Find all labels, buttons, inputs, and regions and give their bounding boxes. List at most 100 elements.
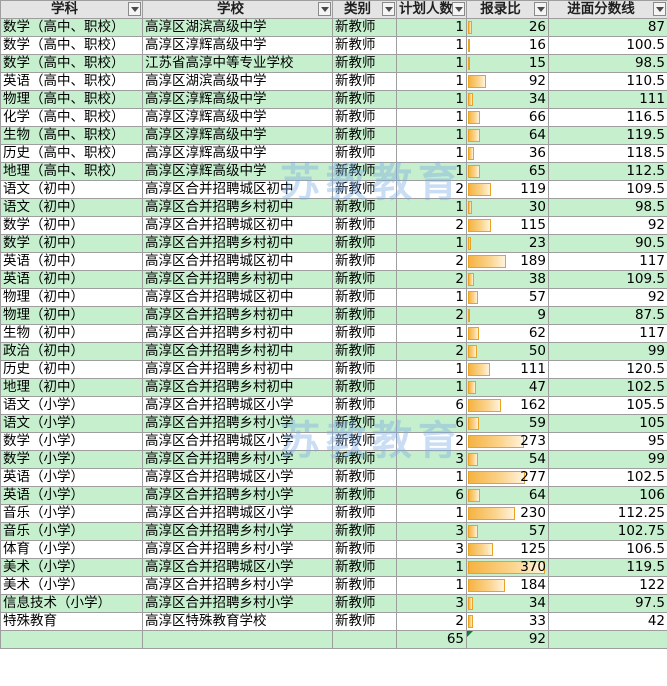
cell-school[interactable]: 高淳区合并招聘乡村小学 bbox=[142, 522, 333, 541]
cell-score[interactable]: 90.5 bbox=[548, 234, 667, 253]
cell-subject[interactable]: 数学（小学） bbox=[0, 432, 143, 451]
cell-subject[interactable]: 英语（小学） bbox=[0, 468, 143, 487]
cell-plan[interactable]: 2 bbox=[396, 432, 467, 451]
header-type[interactable]: 类别 bbox=[332, 0, 397, 19]
cell-empty[interactable] bbox=[142, 630, 333, 649]
cell-plan[interactable]: 2 bbox=[396, 342, 467, 361]
cell-ratio[interactable]: 50 bbox=[466, 342, 549, 361]
cell-score[interactable]: 87 bbox=[548, 18, 667, 37]
cell-type[interactable]: 新教师 bbox=[332, 108, 397, 127]
cell-plan[interactable]: 2 bbox=[396, 180, 467, 199]
cell-school[interactable]: 高淳区合并招聘乡村小学 bbox=[142, 450, 333, 469]
cell-plan[interactable]: 3 bbox=[396, 594, 467, 613]
cell-school[interactable]: 高淳区合并招聘城区初中 bbox=[142, 216, 333, 235]
cell-school[interactable]: 高淳区合并招聘乡村初中 bbox=[142, 198, 333, 217]
cell-ratio[interactable]: 115 bbox=[466, 216, 549, 235]
cell-school[interactable]: 高淳区合并招聘城区小学 bbox=[142, 432, 333, 451]
cell-plan[interactable]: 2 bbox=[396, 306, 467, 325]
cell-type[interactable]: 新教师 bbox=[332, 18, 397, 37]
cell-ratio[interactable]: 57 bbox=[466, 288, 549, 307]
cell-score[interactable]: 105.5 bbox=[548, 396, 667, 415]
filter-dropdown-icon[interactable] bbox=[128, 2, 141, 16]
cell-type[interactable]: 新教师 bbox=[332, 270, 397, 289]
filter-dropdown-icon[interactable] bbox=[452, 2, 465, 16]
cell-type[interactable]: 新教师 bbox=[332, 306, 397, 325]
cell-plan[interactable]: 1 bbox=[396, 72, 467, 91]
cell-plan[interactable]: 1 bbox=[396, 324, 467, 343]
cell-plan[interactable]: 2 bbox=[396, 252, 467, 271]
cell-empty[interactable] bbox=[548, 630, 667, 649]
cell-ratio[interactable]: 33 bbox=[466, 612, 549, 631]
cell-type[interactable]: 新教师 bbox=[332, 486, 397, 505]
cell-plan[interactable]: 6 bbox=[396, 396, 467, 415]
cell-subject[interactable]: 英语（初中） bbox=[0, 270, 143, 289]
cell-plan[interactable]: 1 bbox=[396, 126, 467, 145]
cell-ratio[interactable]: 273 bbox=[466, 432, 549, 451]
cell-type[interactable]: 新教师 bbox=[332, 216, 397, 235]
cell-school[interactable]: 高淳区淳辉高级中学 bbox=[142, 162, 333, 181]
cell-school[interactable]: 高淳区合并招聘城区小学 bbox=[142, 558, 333, 577]
cell-plan[interactable]: 2 bbox=[396, 216, 467, 235]
cell-score[interactable]: 106 bbox=[548, 486, 667, 505]
cell-school[interactable]: 高淳区合并招聘城区初中 bbox=[142, 288, 333, 307]
cell-school[interactable]: 高淳区合并招聘乡村小学 bbox=[142, 414, 333, 433]
cell-type[interactable]: 新教师 bbox=[332, 198, 397, 217]
cell-score[interactable]: 87.5 bbox=[548, 306, 667, 325]
filter-dropdown-icon[interactable] bbox=[534, 2, 547, 16]
cell-plan[interactable]: 3 bbox=[396, 450, 467, 469]
cell-plan[interactable]: 1 bbox=[396, 162, 467, 181]
cell-ratio[interactable]: 34 bbox=[466, 90, 549, 109]
cell-ratio[interactable]: 26 bbox=[466, 18, 549, 37]
header-plan[interactable]: 计划人数 bbox=[396, 0, 467, 19]
cell-subject[interactable]: 数学（初中） bbox=[0, 234, 143, 253]
cell-score[interactable]: 112.5 bbox=[548, 162, 667, 181]
cell-school[interactable]: 高淳区合并招聘城区初中 bbox=[142, 180, 333, 199]
cell-type[interactable]: 新教师 bbox=[332, 558, 397, 577]
cell-plan[interactable]: 6 bbox=[396, 486, 467, 505]
cell-plan[interactable]: 1 bbox=[396, 288, 467, 307]
cell-plan[interactable]: 1 bbox=[396, 18, 467, 37]
cell-type[interactable]: 新教师 bbox=[332, 396, 397, 415]
cell-ratio[interactable]: 54 bbox=[466, 450, 549, 469]
cell-score[interactable]: 122 bbox=[548, 576, 667, 595]
cell-subject[interactable]: 物理（初中） bbox=[0, 288, 143, 307]
cell-school[interactable]: 高淳区合并招聘城区小学 bbox=[142, 468, 333, 487]
cell-type[interactable]: 新教师 bbox=[332, 612, 397, 631]
cell-ratio[interactable]: 16 bbox=[466, 36, 549, 55]
filter-dropdown-icon[interactable] bbox=[318, 2, 331, 16]
cell-school[interactable]: 高淳区淳辉高级中学 bbox=[142, 90, 333, 109]
cell-school[interactable]: 高淳区合并招聘乡村初中 bbox=[142, 270, 333, 289]
cell-subject[interactable]: 物理（初中） bbox=[0, 306, 143, 325]
cell-score[interactable]: 99 bbox=[548, 450, 667, 469]
cell-type[interactable]: 新教师 bbox=[332, 576, 397, 595]
cell-score[interactable]: 100.5 bbox=[548, 36, 667, 55]
filter-dropdown-icon[interactable] bbox=[382, 2, 395, 16]
cell-plan[interactable]: 1 bbox=[396, 468, 467, 487]
cell-subject[interactable]: 体育（小学） bbox=[0, 540, 143, 559]
cell-type[interactable]: 新教师 bbox=[332, 504, 397, 523]
cell-score[interactable]: 117 bbox=[548, 324, 667, 343]
cell-plan[interactable]: 3 bbox=[396, 540, 467, 559]
cell-subject[interactable]: 地理（初中） bbox=[0, 378, 143, 397]
cell-type[interactable]: 新教师 bbox=[332, 162, 397, 181]
cell-ratio[interactable]: 34 bbox=[466, 594, 549, 613]
cell-ratio[interactable]: 64 bbox=[466, 486, 549, 505]
filter-dropdown-icon[interactable] bbox=[653, 2, 666, 16]
cell-score[interactable]: 97.5 bbox=[548, 594, 667, 613]
cell-ratio[interactable]: 119 bbox=[466, 180, 549, 199]
cell-ratio[interactable]: 184 bbox=[466, 576, 549, 595]
cell-school[interactable]: 高淳区特殊教育学校 bbox=[142, 612, 333, 631]
cell-type[interactable]: 新教师 bbox=[332, 36, 397, 55]
cell-type[interactable]: 新教师 bbox=[332, 324, 397, 343]
cell-subject[interactable]: 生物（高中、职校） bbox=[0, 126, 143, 145]
cell-score[interactable]: 98.5 bbox=[548, 54, 667, 73]
cell-school[interactable]: 高淳区湖滨高级中学 bbox=[142, 72, 333, 91]
cell-subject[interactable]: 数学（高中、职校） bbox=[0, 54, 143, 73]
cell-plan[interactable]: 1 bbox=[396, 558, 467, 577]
cell-school[interactable]: 高淳区合并招聘乡村小学 bbox=[142, 540, 333, 559]
cell-school[interactable]: 高淳区合并招聘乡村小学 bbox=[142, 594, 333, 613]
cell-ratio[interactable]: 59 bbox=[466, 414, 549, 433]
cell-score[interactable]: 102.5 bbox=[548, 378, 667, 397]
cell-subject[interactable]: 英语（高中、职校） bbox=[0, 72, 143, 91]
cell-plan[interactable]: 1 bbox=[396, 360, 467, 379]
